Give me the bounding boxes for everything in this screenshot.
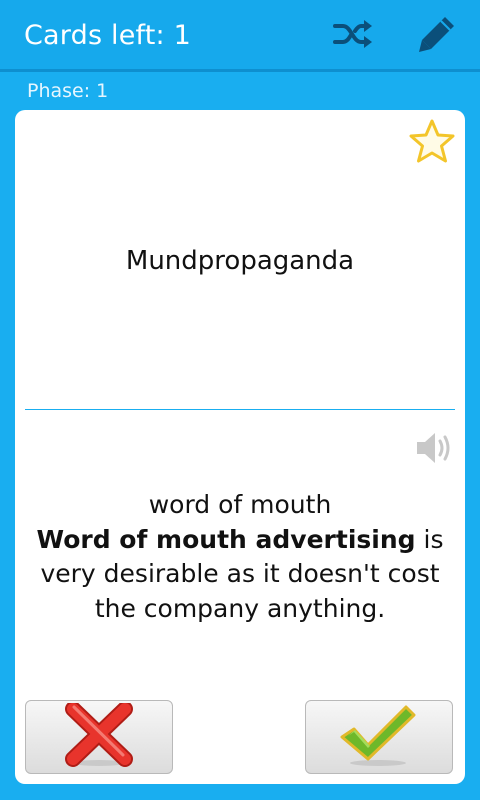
pencil-icon	[417, 14, 457, 58]
example-sentence: Word of mouth advertising is very desira…	[29, 523, 451, 627]
example-highlight: Word of mouth advertising	[36, 524, 416, 554]
green-check-icon	[340, 703, 418, 771]
cards-left-label: Cards left: 1	[24, 20, 191, 51]
right-answer-button[interactable]	[305, 700, 453, 774]
speaker-icon	[415, 430, 455, 470]
red-x-icon	[65, 701, 133, 771]
phase-label: Phase: 1	[27, 80, 109, 102]
card-divider	[25, 409, 455, 410]
star-outline-icon	[408, 118, 456, 168]
shuffle-icon	[333, 18, 373, 54]
shuffle-button[interactable]	[331, 14, 375, 58]
card-front-word: Mundpropaganda	[125, 246, 355, 276]
flashcard[interactable]: Mundpropaganda word of mouth Word of mou…	[15, 110, 465, 784]
action-bar: Cards left: 1	[0, 0, 480, 72]
favorite-button[interactable]	[407, 118, 457, 168]
translation-text: word of mouth	[148, 490, 332, 519]
edit-button[interactable]	[415, 14, 459, 58]
card-back: word of mouth Word of mouth advertising …	[29, 488, 451, 626]
wrong-answer-button[interactable]	[25, 700, 173, 774]
speak-button[interactable]	[413, 428, 457, 472]
